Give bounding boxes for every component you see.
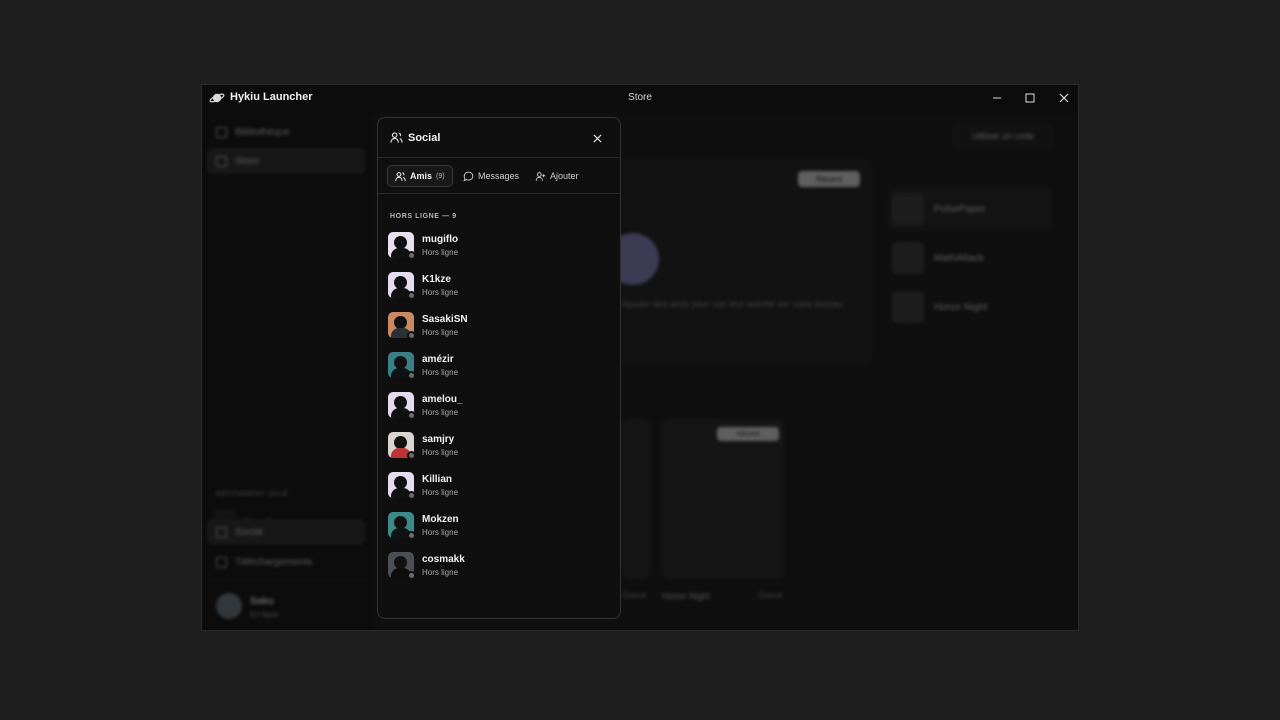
game-thumbnail xyxy=(892,193,924,225)
tab-label: Ajouter xyxy=(550,171,579,181)
friend-name: samjry xyxy=(422,434,455,445)
sidebar-item-social[interactable]: Social xyxy=(207,519,365,545)
friend-row[interactable]: mugiflo Hors ligne xyxy=(386,227,614,263)
tab-add-friend[interactable]: Ajouter xyxy=(528,165,586,187)
friend-row[interactable]: Mokzen Hors ligne xyxy=(386,507,614,543)
game-card-title: Honor Night xyxy=(662,591,711,601)
download-icon xyxy=(216,556,227,568)
friend-row[interactable]: amézir Hors ligne xyxy=(386,347,614,383)
tab-label: Messages xyxy=(478,171,520,181)
game-card-price: Gratuit xyxy=(622,591,647,600)
friend-status: Hors ligne xyxy=(422,408,459,417)
recent-list-item[interactable]: Honor Night xyxy=(888,285,1052,329)
social-panel: Social Amis (9) Messages Ajouter HORS LI… xyxy=(377,117,621,619)
sidebar-item-library[interactable]: Bibliothèque xyxy=(207,119,365,145)
tab-label: Amis xyxy=(410,171,433,181)
offline-status-dot xyxy=(407,331,416,340)
users-icon xyxy=(395,171,406,181)
library-icon xyxy=(216,126,227,138)
offline-section-label: HORS LIGNE — 9 xyxy=(390,213,457,220)
close-icon xyxy=(1059,93,1069,103)
user-status: En ligne xyxy=(250,610,279,619)
friend-status: Hors ligne xyxy=(422,488,459,497)
minimize-icon xyxy=(993,97,1001,99)
friend-status: Hors ligne xyxy=(422,568,459,577)
friend-row[interactable]: K1kze Hors ligne xyxy=(386,267,614,303)
friend-status: Hors ligne xyxy=(422,248,459,257)
users-icon xyxy=(216,526,227,538)
sidebar-item-store[interactable]: Store xyxy=(207,148,365,174)
game-card[interactable] xyxy=(662,419,784,579)
recent-list-label: PulsePaper xyxy=(934,203,986,215)
recent-list-item[interactable]: PulsePaper xyxy=(888,187,1052,231)
maximize-button[interactable] xyxy=(1021,89,1039,107)
game-card[interactable] xyxy=(622,419,650,579)
sidebar-item-label: Store xyxy=(235,155,259,167)
recent-list-label: MathAttack xyxy=(934,252,985,264)
avatar[interactable] xyxy=(216,593,242,619)
friend-name: SasakiSN xyxy=(422,314,468,325)
friend-name: amézir xyxy=(422,354,454,365)
friend-name: Killian xyxy=(422,474,453,485)
close-window-button[interactable] xyxy=(1055,89,1073,107)
sidebar-item-label: Social xyxy=(235,526,263,538)
offline-status-dot xyxy=(407,371,416,380)
user-name: Saku xyxy=(250,596,274,607)
friend-status: Hors ligne xyxy=(422,448,459,457)
friend-name: Mokzen xyxy=(422,514,459,525)
close-icon xyxy=(592,133,602,143)
add-user-icon xyxy=(535,171,546,181)
friend-status: Hors ligne xyxy=(422,528,459,537)
friends-count: (9) xyxy=(436,172,445,180)
sidebar-divider xyxy=(202,579,370,580)
offline-status-dot xyxy=(407,491,416,500)
store-icon xyxy=(216,155,227,167)
friend-row[interactable]: amelou_ Hors ligne xyxy=(386,387,614,423)
offline-status-dot xyxy=(407,571,416,580)
close-social-button[interactable] xyxy=(589,130,605,146)
users-icon xyxy=(390,132,403,143)
friend-row[interactable]: SasakiSN Hors ligne xyxy=(386,307,614,343)
friend-status: Hors ligne xyxy=(422,368,459,377)
hero-badge: Récent xyxy=(798,171,860,187)
social-title: Social xyxy=(408,132,441,144)
friend-name: mugiflo xyxy=(422,234,459,245)
game-card-price: Gratuit xyxy=(758,591,783,600)
hero-text: Ajouter des amis pour voir leur activité… xyxy=(622,299,843,309)
game-thumbnail xyxy=(892,242,924,274)
game-thumbnail xyxy=(892,291,924,323)
tab-friends[interactable]: Amis (9) xyxy=(387,165,453,187)
friend-row[interactable]: cosmakk Hors ligne xyxy=(386,547,614,583)
social-header: Social xyxy=(378,118,620,158)
offline-status-dot xyxy=(407,291,416,300)
recent-list-label: Honor Night xyxy=(934,301,988,313)
offline-status-dot xyxy=(407,531,416,540)
friend-row[interactable]: Killian Hors ligne xyxy=(386,467,614,503)
recent-section-label: RÉCEMMENT JOUÉ xyxy=(216,491,289,498)
title-bar[interactable]: Hykiu Launcher Store xyxy=(202,85,1078,111)
social-tabs: Amis (9) Messages Ajouter xyxy=(378,158,620,194)
minimize-button[interactable] xyxy=(988,89,1006,107)
friend-name: cosmakk xyxy=(422,554,465,565)
maximize-icon xyxy=(1025,93,1035,103)
offline-status-dot xyxy=(407,451,416,460)
chat-bubble-icon xyxy=(463,171,474,182)
background-content: Bibliothèque Store RÉCEMMENT JOUÉ PulseP… xyxy=(202,111,1078,630)
sidebar-item-label: Téléchargements xyxy=(235,556,313,568)
offline-status-dot xyxy=(407,251,416,260)
sidebar-item-label: Bibliothèque xyxy=(235,126,291,138)
recent-list-item[interactable]: MathAttack xyxy=(888,236,1052,280)
friend-name: K1kze xyxy=(422,274,451,285)
offline-status-dot xyxy=(407,411,416,420)
sidebar-item-downloads[interactable]: Téléchargements xyxy=(207,549,365,575)
game-card-badge: Récent xyxy=(717,427,779,441)
friend-name: amelou_ xyxy=(422,394,463,405)
redeem-code-button[interactable]: Utiliser un code xyxy=(954,125,1052,147)
friend-status: Hors ligne xyxy=(422,288,459,297)
launcher-window: Hykiu Launcher Store Bibliothèque Store … xyxy=(201,84,1079,631)
tab-messages[interactable]: Messages xyxy=(456,165,526,187)
friend-row[interactable]: samjry Hors ligne xyxy=(386,427,614,463)
window-page-title: Store xyxy=(628,92,652,103)
friend-status: Hors ligne xyxy=(422,328,459,337)
